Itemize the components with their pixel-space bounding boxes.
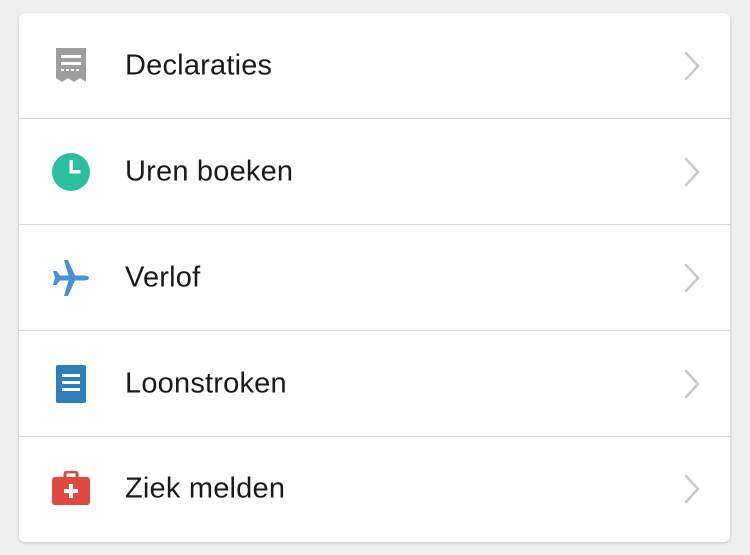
menu-item-label: Uren boeken (125, 155, 294, 187)
airplane-icon (51, 258, 91, 298)
menu-item-label: Declaraties (125, 49, 273, 81)
clock-icon (51, 152, 91, 192)
document-icon (51, 364, 91, 404)
menu-item-label: Ziek melden (125, 472, 286, 505)
chevron-right-icon (684, 474, 700, 504)
chevron-right-icon (684, 157, 700, 186)
menu-item-label: Loonstroken (125, 367, 287, 399)
chevron-right-icon (684, 369, 700, 398)
menu-item-verlof[interactable]: Verlof (19, 225, 730, 331)
menu-item-loonstroken[interactable]: Loonstroken (19, 331, 730, 437)
chevron-right-icon (684, 263, 700, 292)
menu-item-declaraties[interactable]: Declaraties (19, 13, 730, 119)
menu-item-label: Verlof (125, 261, 201, 293)
menu-item-ziek-melden[interactable]: Ziek melden (19, 437, 730, 541)
chevron-right-icon (684, 51, 700, 80)
receipt-icon (51, 46, 91, 86)
first-aid-kit-icon (51, 469, 91, 509)
menu-card: Declaraties Uren boeken Verlof Loonstrok… (19, 13, 730, 542)
menu-item-uren-boeken[interactable]: Uren boeken (19, 119, 730, 225)
